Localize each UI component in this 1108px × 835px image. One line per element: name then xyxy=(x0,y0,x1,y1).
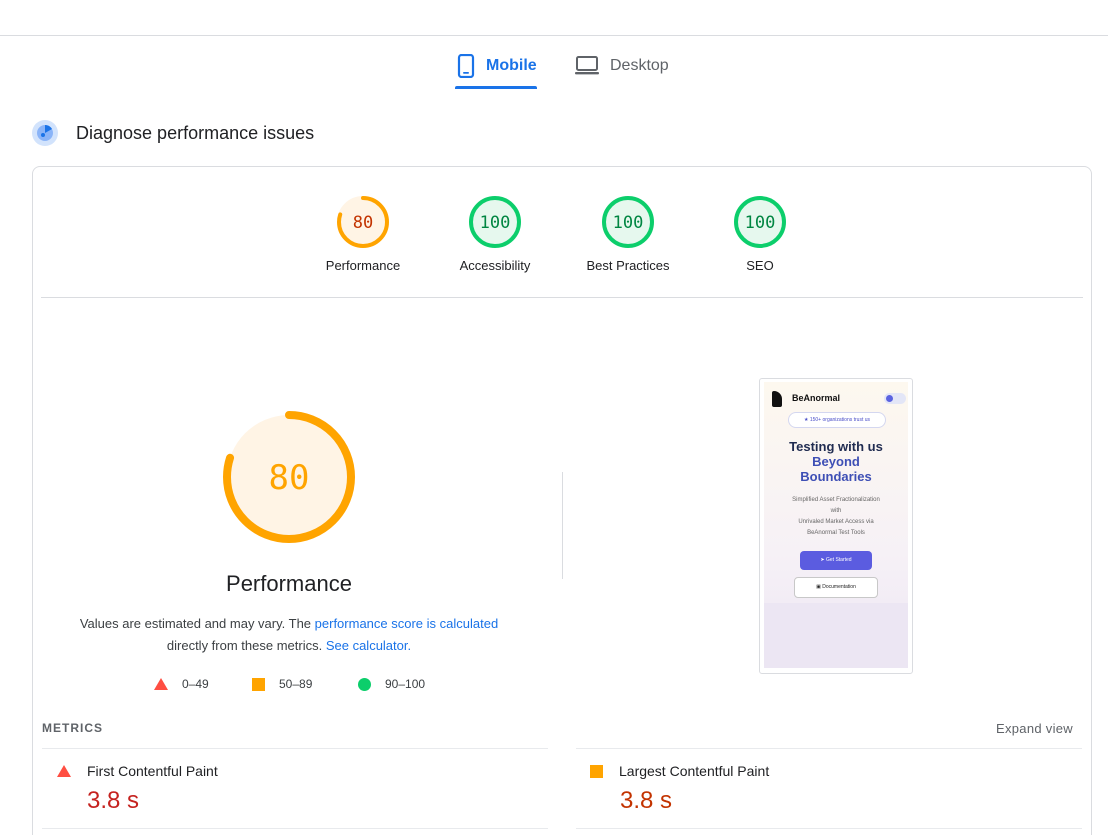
gauge-accessibility-ring: 100 xyxy=(469,196,521,248)
gauge-best-practices-ring: 100 xyxy=(602,196,654,248)
site-headline-line-1: Testing with us xyxy=(789,439,883,454)
tab-mobile[interactable]: Mobile xyxy=(456,44,537,88)
tab-desktop-label: Desktop xyxy=(610,57,669,74)
gauge-performance[interactable]: 80 Performance xyxy=(308,194,418,273)
smartphone-icon xyxy=(457,54,475,78)
page-screenshot-content: BeAnormal ★ 150+ organizations trust us … xyxy=(764,382,908,668)
site-subtitle-line-2: with xyxy=(830,508,842,514)
performance-desc-text-2: directly from these metrics. xyxy=(166,638,326,653)
gauge-accessibility-value: 100 xyxy=(480,213,511,233)
gauge-performance-label: Performance xyxy=(325,258,401,273)
site-documentation-label: Documentation xyxy=(822,584,856,590)
gauge-seo-ring: 100 xyxy=(734,196,786,248)
tab-desktop[interactable]: Desktop xyxy=(574,44,669,88)
performance-desc-text-1: Values are estimated and may vary. The xyxy=(79,616,315,631)
legend-fail: 0–49 xyxy=(154,677,209,691)
metric-first-contentful-paint[interactable]: First Contentful Paint 3.8 s xyxy=(57,763,218,815)
gauge-seo-label: SEO xyxy=(746,258,774,273)
device-tabs: Mobile Desktop xyxy=(0,44,1108,90)
metrics-header: METRICS xyxy=(42,721,103,735)
site-subtitle-line-4: BeAnormal Test Tools xyxy=(807,530,865,536)
laptop-icon xyxy=(575,56,599,75)
square-icon xyxy=(252,677,265,691)
circle-icon xyxy=(358,677,371,691)
site-subtitle-line-1: Simplified Asset Fractionalization xyxy=(792,497,880,503)
metrics-divider-left-2 xyxy=(42,828,548,829)
metric-lcp-label: Largest Contentful Paint xyxy=(619,763,770,779)
performance-gauge-large: 80 xyxy=(223,411,355,543)
gauge-best-practices-label: Best Practices xyxy=(586,258,670,273)
theme-toggle-icon xyxy=(884,393,906,404)
fail-triangle-icon xyxy=(57,765,71,777)
see-calculator-link[interactable]: See calculator. xyxy=(326,638,411,653)
performance-description: Values are estimated and may vary. The p… xyxy=(73,613,505,657)
score-legend: 0–49 50–89 90–100 xyxy=(33,677,545,697)
performance-score-link[interactable]: performance score is calculated xyxy=(315,616,499,631)
radar-icon xyxy=(32,120,58,146)
gauge-best-practices[interactable]: 100 Best Practices xyxy=(573,194,683,273)
metric-largest-contentful-paint[interactable]: Largest Contentful Paint 3.8 s xyxy=(590,763,769,815)
gauge-accessibility[interactable]: 100 Accessibility xyxy=(440,194,550,273)
legend-average: 50–89 xyxy=(252,677,312,691)
performance-title: Performance xyxy=(226,571,352,596)
metrics-divider-right-2 xyxy=(576,828,1082,829)
tab-mobile-label: Mobile xyxy=(486,57,537,74)
metrics-divider-right xyxy=(576,748,1082,749)
gauge-performance-value: 80 xyxy=(353,213,373,233)
site-subtitle: Simplified Asset Fractionalization with … xyxy=(770,495,902,539)
gauge-seo-value: 100 xyxy=(745,213,776,233)
metric-fcp-value: 3.8 s xyxy=(87,787,140,814)
diagnose-header: Diagnose performance issues xyxy=(32,120,314,146)
site-headline-line-2: Beyond xyxy=(812,454,860,469)
site-brand: BeAnormal xyxy=(792,393,841,403)
legend-pass: 90–100 xyxy=(358,677,425,691)
average-square-icon xyxy=(590,764,603,778)
site-get-started-button: ➤ Get Started xyxy=(800,551,872,570)
gauge-accessibility-label: Accessibility xyxy=(459,258,531,273)
metrics-divider-left xyxy=(42,748,548,749)
performance-score-large: 80 xyxy=(269,458,310,498)
tab-selected-indicator xyxy=(455,86,537,89)
gauge-best-practices-value: 100 xyxy=(613,213,644,233)
report-card: 80 Performance 100 Accessibility 100 Bes… xyxy=(32,166,1092,835)
site-subtitle-line-3: Unrivaled Market Access via xyxy=(798,519,874,525)
vertical-divider xyxy=(562,472,563,579)
legend-fail-label: 0–49 xyxy=(182,677,209,691)
site-logo-icon xyxy=(772,391,782,407)
expand-view-button[interactable]: Expand view xyxy=(996,721,1073,736)
legend-average-label: 50–89 xyxy=(279,677,313,691)
page-screenshot[interactable]: BeAnormal ★ 150+ organizations trust us … xyxy=(759,378,913,674)
site-get-started-label: Get Started xyxy=(826,557,852,563)
diagnose-title: Diagnose performance issues xyxy=(76,122,315,143)
site-headline-line-3: Boundaries xyxy=(800,469,872,484)
top-divider xyxy=(0,35,1108,36)
gauge-performance-ring: 80 xyxy=(337,196,389,248)
site-lower-section xyxy=(764,603,908,668)
metric-fcp-label: First Contentful Paint xyxy=(87,763,218,779)
gauges-divider xyxy=(41,297,1083,298)
metric-lcp-value: 3.8 s xyxy=(620,787,673,814)
site-trust-badge: ★ 150+ organizations trust us xyxy=(788,412,886,428)
site-headline: Testing with us Beyond Boundaries xyxy=(764,439,908,484)
triangle-icon xyxy=(154,678,168,690)
site-documentation-button: ▣ Documentation xyxy=(794,577,878,598)
gauge-seo[interactable]: 100 SEO xyxy=(705,194,815,273)
legend-pass-label: 90–100 xyxy=(385,677,426,691)
